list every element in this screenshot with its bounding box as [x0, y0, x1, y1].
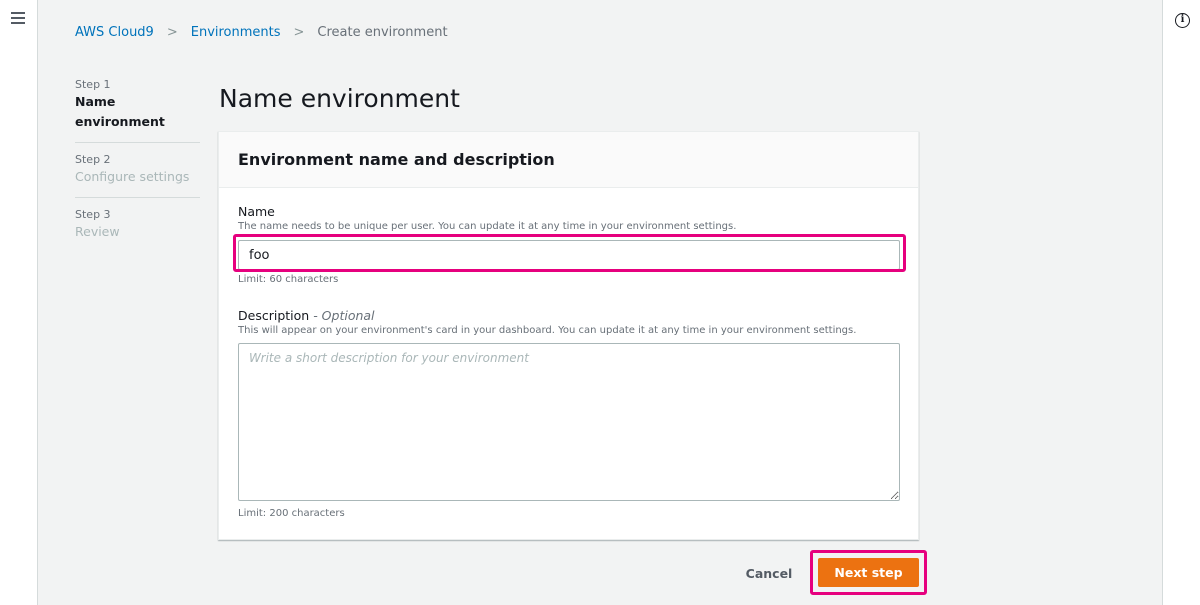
- breadcrumb-aws-cloud9[interactable]: AWS Cloud9: [75, 25, 154, 40]
- info-icon[interactable]: i: [1175, 13, 1190, 28]
- description-label-text: Description: [238, 308, 310, 323]
- card-title: Environment name and description: [238, 150, 555, 169]
- wizard-steps: Step 1 Name environment Step 2 Configure…: [75, 78, 200, 252]
- step-3: Step 3 Review: [75, 197, 200, 252]
- page-title: Name environment: [219, 84, 460, 113]
- step-name: Name environment: [75, 94, 165, 129]
- step-name: Review: [75, 224, 120, 239]
- breadcrumb-environments[interactable]: Environments: [191, 25, 281, 40]
- optional-marker: - Optional: [313, 308, 375, 323]
- name-label: Name: [238, 204, 275, 219]
- breadcrumb-create-environment: Create environment: [317, 25, 448, 40]
- description-help: This will appear on your environment's c…: [238, 325, 857, 336]
- card-header: Environment name and description: [219, 132, 918, 188]
- left-navigation-rail: [0, 0, 38, 605]
- step-number: Step 3: [75, 208, 111, 221]
- environment-details-card: Environment name and description Name Th…: [218, 131, 919, 540]
- hamburger-icon[interactable]: [11, 12, 25, 24]
- chevron-right-icon: >: [293, 25, 305, 40]
- name-constraint: Limit: 60 characters: [238, 274, 339, 285]
- step-number: Step 1: [75, 78, 111, 91]
- name-field-header: Name The name needs to be unique per use…: [238, 204, 736, 232]
- name-description: The name needs to be unique per user. Yo…: [238, 221, 737, 232]
- description-constraint: Limit: 200 characters: [238, 508, 345, 519]
- right-tools-rail: i: [1162, 0, 1200, 605]
- description-textarea[interactable]: [238, 343, 900, 501]
- step-number: Step 2: [75, 153, 111, 166]
- step-name: Configure settings: [75, 169, 190, 184]
- step-2: Step 2 Configure settings: [75, 142, 200, 197]
- description-field-header: Description - Optional This will appear …: [238, 308, 856, 336]
- name-input[interactable]: [238, 240, 900, 270]
- next-step-button[interactable]: Next step: [818, 558, 919, 587]
- chevron-right-icon: >: [166, 25, 178, 40]
- breadcrumb: AWS Cloud9 > Environments > Create envir…: [75, 25, 448, 40]
- step-1: Step 1 Name environment: [75, 78, 200, 142]
- cancel-button[interactable]: Cancel: [740, 560, 798, 586]
- description-label: Description - Optional: [238, 308, 856, 323]
